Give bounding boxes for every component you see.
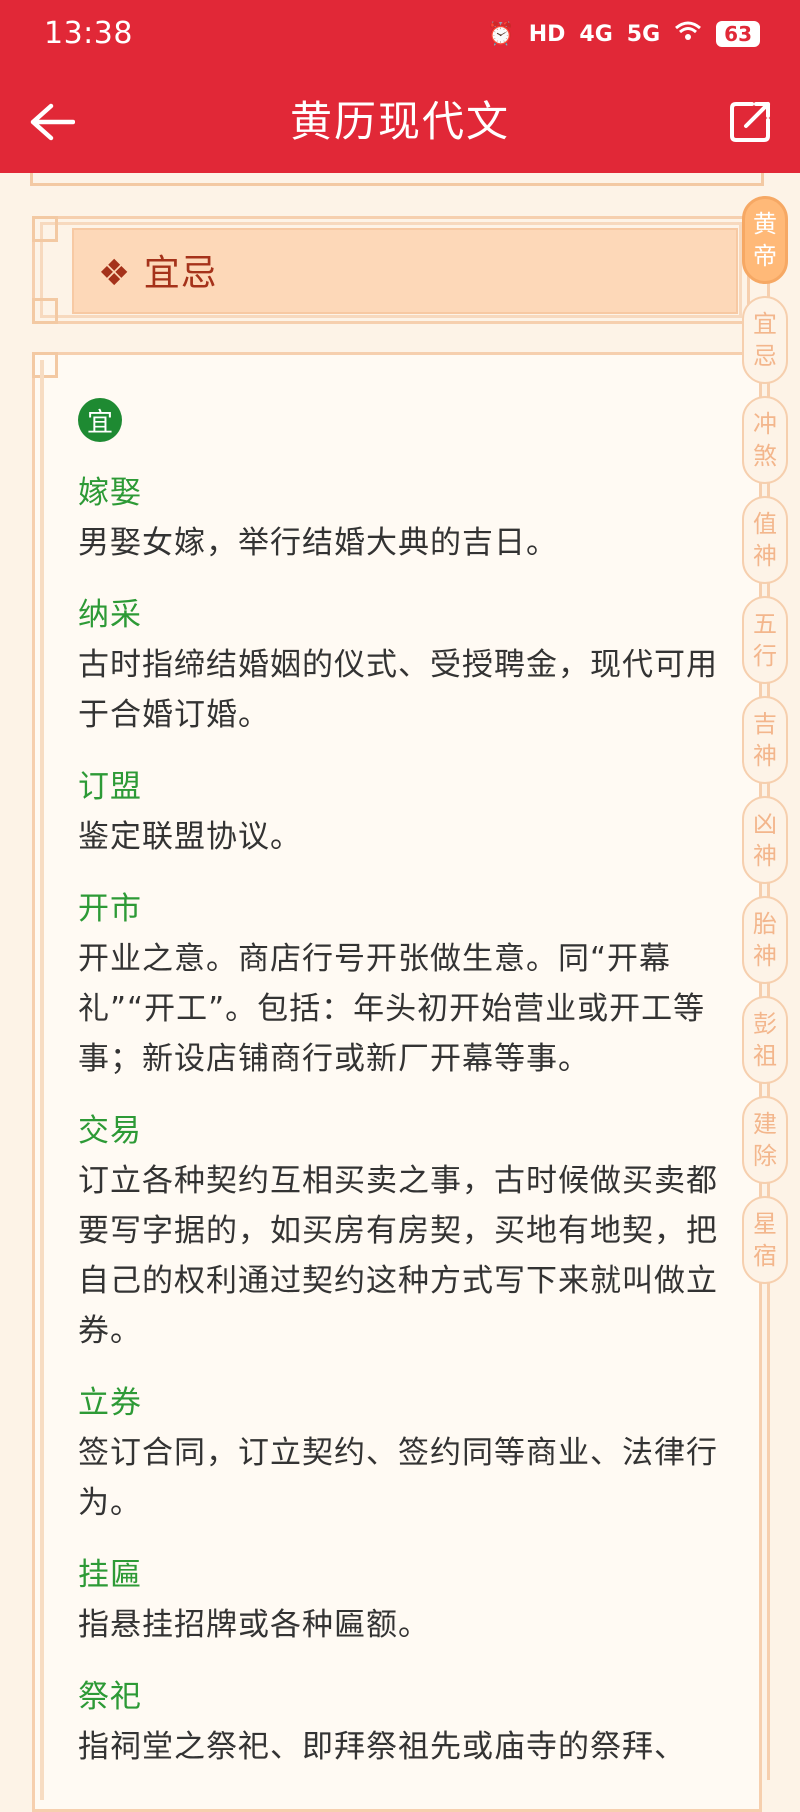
list-item: 开市 开业之意。商店行号开张做生意。同“开幕礼”“开工”。包括：年头初开始营业或… (78, 884, 718, 1084)
sidenav-label: 星 (753, 1210, 777, 1238)
sidenav-label: 彭 (753, 1010, 777, 1038)
list-item: 祭祀 指祠堂之祭祀、即拜祭祖先或庙寺的祭拜、 (78, 1672, 718, 1772)
entry-description: 男娶女嫁，举行结婚大典的吉日。 (78, 525, 558, 561)
share-button[interactable] (720, 92, 780, 152)
wifi-icon (674, 20, 702, 48)
sidenav-label: 黄 (753, 210, 777, 238)
entry-list: 嫁娶 男娶女嫁，举行结婚大典的吉日。 纳采 古时指缔结婚姻的仪式、受授聘金，现代… (78, 468, 718, 1794)
sidenav-label: 祖 (753, 1042, 777, 1070)
sidenav-item-pengzu[interactable]: 彭 祖 (742, 996, 788, 1084)
sidenav-item-chongsha[interactable]: 冲 煞 (742, 396, 788, 484)
signal-5g-icon: 5G (626, 21, 661, 47)
sidenav-item-zhishen[interactable]: 值 神 (742, 496, 788, 584)
sidenav-item-huangdi[interactable]: 黄 帝 (742, 196, 788, 284)
sidenav-label: 宿 (753, 1242, 777, 1270)
sidenav-label: 胎 (753, 910, 777, 938)
list-item: 嫁娶 男娶女嫁，举行结婚大典的吉日。 (78, 468, 718, 568)
entry-term: 嫁娶 (78, 475, 142, 511)
sidenav-label: 神 (753, 842, 777, 870)
list-item: 交易 订立各种契约互相买卖之事，古时候做买卖都要写字据的，如买房有房契，买地有地… (78, 1106, 718, 1356)
signal-4g-icon: 4G (579, 21, 613, 47)
sidenav-item-xiongshen[interactable]: 凶 神 (742, 796, 788, 884)
sidenav-label: 冲 (753, 410, 777, 438)
page-title: 黄历现代文 (289, 97, 510, 146)
section-banner: ❖ 宜忌 (72, 228, 738, 314)
sidenav-label: 凶 (753, 810, 777, 838)
entry-description: 签订合同，订立契约、签约同等商业、法律行为。 (78, 1435, 718, 1521)
status-time: 13:38 (44, 16, 133, 51)
entry-term: 祭祀 (78, 1679, 142, 1715)
alarm-icon: ⏰ (487, 21, 515, 47)
sidenav-label: 宜 (753, 310, 777, 338)
corner-ornament (32, 216, 58, 242)
status-bar: 13:38 ⏰ HD 4G 5G 63 (0, 0, 800, 72)
list-item: 立券 签订合同，订立契约、签约同等商业、法律行为。 (78, 1378, 718, 1528)
entry-term: 纳采 (78, 597, 142, 633)
app-header: 13:38 ⏰ HD 4G 5G 63 黄历现代文 (0, 0, 800, 173)
list-item: 纳采 古时指缔结婚姻的仪式、受授聘金，现代可用于合婚订婚。 (78, 590, 718, 740)
hd-icon: HD (528, 21, 566, 47)
entry-term: 订盟 (78, 769, 142, 805)
battery-icon: 63 (716, 21, 760, 47)
sidenav-item-taishen[interactable]: 胎 神 (742, 896, 788, 984)
sidenav-label: 吉 (753, 710, 777, 738)
sidenav-item-jianchu[interactable]: 建 除 (742, 1096, 788, 1184)
entry-term: 立券 (78, 1385, 142, 1421)
sidenav-label: 建 (753, 1110, 777, 1138)
sidenav-item-jishen[interactable]: 吉 神 (742, 696, 788, 784)
sidenav-label: 行 (753, 642, 777, 670)
sidenav-label: 神 (753, 542, 777, 570)
corner-ornament (32, 352, 58, 378)
sidenav-label: 煞 (753, 442, 777, 470)
sidenav-label: 忌 (753, 342, 777, 370)
corner-ornament (32, 298, 58, 324)
sidenav-label: 神 (753, 942, 777, 970)
entry-description: 指悬挂招牌或各种匾额。 (78, 1607, 430, 1643)
section-title: ❖ 宜忌 (98, 253, 218, 294)
entry-description: 订立各种契约互相买卖之事，古时候做买卖都要写字据的，如买房有房契，买地有地契，把… (78, 1163, 718, 1349)
sidenav-label: 值 (753, 510, 777, 538)
entry-description: 指祠堂之祭祀、即拜祭祖先或庙寺的祭拜、 (78, 1729, 686, 1765)
sidenav-label: 五 (753, 610, 777, 638)
status-icons: ⏰ HD 4G 5G 63 (487, 20, 760, 48)
share-icon (730, 102, 770, 142)
sidenav-label: 除 (753, 1142, 777, 1170)
entry-term: 开市 (78, 891, 142, 927)
sidenav-item-wuxing[interactable]: 五 行 (742, 596, 788, 684)
entry-description: 鉴定联盟协议。 (78, 819, 302, 855)
decorative-strip (30, 173, 764, 186)
entry-description: 开业之意。商店行号开张做生意。同“开幕礼”“开工”。包括：年头初开始营业或开工等… (78, 941, 706, 1077)
entry-term: 交易 (78, 1113, 142, 1149)
list-item: 挂匾 指悬挂招牌或各种匾额。 (78, 1550, 718, 1650)
sidenav-label: 神 (753, 742, 777, 770)
sidenav-item-yiji[interactable]: 宜 忌 (742, 296, 788, 384)
entry-term: 挂匾 (78, 1557, 142, 1593)
sidenav-item-xingxiu[interactable]: 星 宿 (742, 1196, 788, 1284)
entry-description: 古时指缔结婚姻的仪式、受授聘金，现代可用于合婚订婚。 (78, 647, 718, 733)
sidenav-label: 帝 (753, 242, 777, 270)
card-border-line (40, 360, 44, 1800)
list-item: 订盟 鉴定联盟协议。 (78, 762, 718, 862)
yi-badge: 宜 (78, 398, 122, 442)
side-nav: 黄 帝 宜 忌 冲 煞 值 神 五 行 吉 神 凶 神 胎 神 彭 祖 建 除 … (742, 196, 792, 1296)
